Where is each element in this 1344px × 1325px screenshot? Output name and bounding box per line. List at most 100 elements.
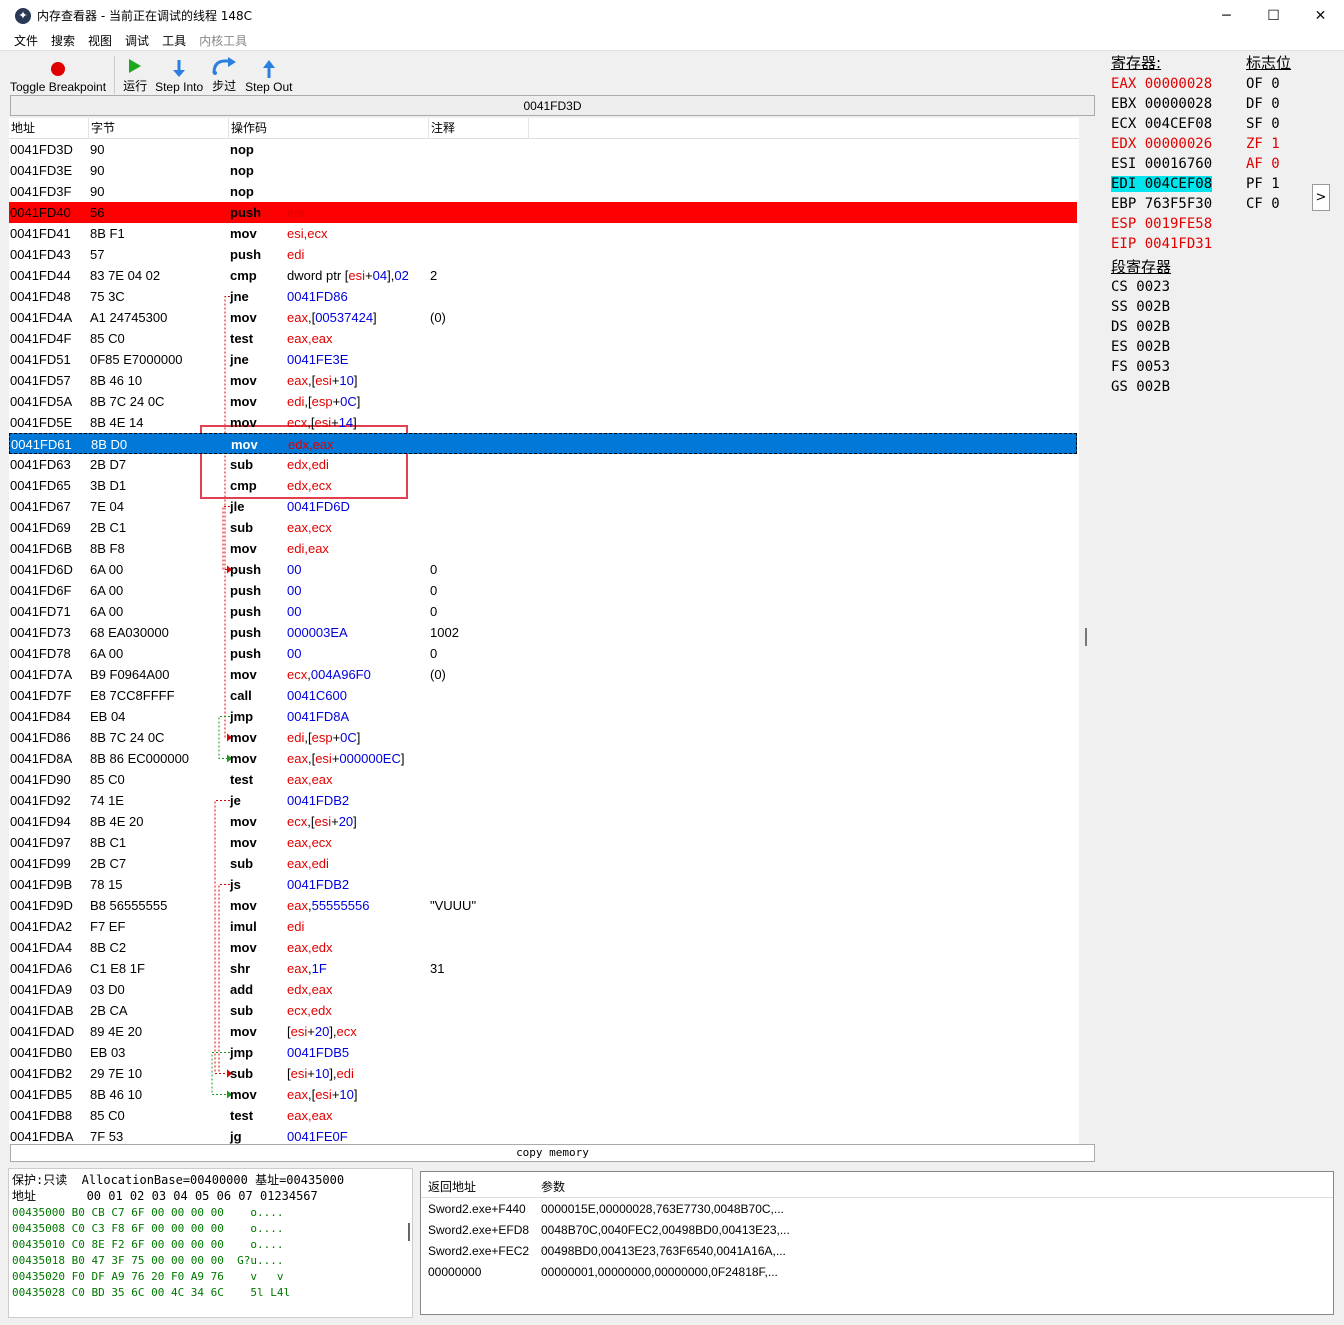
step-out-button[interactable]: Step Out xyxy=(245,58,293,94)
hex-row[interactable]: 00435020 F0 DF A9 76 20 F0 A9 76 v v xyxy=(12,1269,284,1285)
instruction-row[interactable]: 0041FD51 0F85 E7000000 jne 0041FE3E xyxy=(9,349,1077,370)
instruction-row[interactable]: 0041FDAD 89 4E 20 mov [esi+20],ecx xyxy=(9,1021,1077,1042)
maximize-button[interactable]: ☐ xyxy=(1250,0,1297,31)
segment-ds[interactable]: DS 002B xyxy=(1111,317,1170,337)
instruction-row[interactable]: 0041FD69 2B C1 sub eax,ecx xyxy=(9,517,1077,538)
expand-registers-button[interactable]: > xyxy=(1312,184,1330,211)
instruction-row[interactable]: 0041FD9B 78 15 js 0041FDB2 xyxy=(9,874,1077,895)
instruction-row[interactable]: 0041FD5A 8B 7C 24 0C mov edi,[esp+0C] xyxy=(9,391,1077,412)
column-return-address[interactable]: 返回地址 xyxy=(428,1178,476,1195)
instruction-row[interactable]: 0041FD6B 8B F8 mov edi,eax xyxy=(9,538,1077,559)
instruction-row[interactable]: 0041FD90 85 C0 test eax,eax xyxy=(9,769,1077,790)
instruction-row[interactable]: 0041FDA2 F7 EF imul edi xyxy=(9,916,1077,937)
hex-row[interactable]: 00435000 B0 CB C7 6F 00 00 00 00 o.... xyxy=(12,1205,284,1221)
instruction-row[interactable]: 0041FD73 68 EA030000 push 000003EA 1002 xyxy=(9,622,1077,643)
instruction-row[interactable]: 0041FD4A A1 24745300 mov eax,[00537424] (0) xyxy=(9,307,1077,328)
hex-view[interactable]: 保护:只读 AllocationBase=00400000 基址=0043500… xyxy=(8,1168,413,1318)
flag-sf[interactable]: SF 0 xyxy=(1246,114,1280,134)
instruction-row[interactable]: 0041FDA6 C1 E8 1F shr eax,1F 31 xyxy=(9,958,1077,979)
register-ebp[interactable]: EBP 763F5F30 xyxy=(1111,194,1212,214)
hex-row[interactable]: 00435018 B0 47 3F 75 00 00 00 00 G?u.... xyxy=(12,1253,284,1269)
instruction-row[interactable]: 0041FDB5 8B 46 10 mov eax,[esi+10] xyxy=(9,1084,1077,1105)
instruction-row[interactable]: 0041FD4F 85 C0 test eax,eax xyxy=(9,328,1077,349)
register-edx[interactable]: EDX 00000026 xyxy=(1111,134,1212,154)
column-params[interactable]: 参数 xyxy=(541,1178,565,1195)
flag-zf[interactable]: ZF 1 xyxy=(1246,134,1280,154)
disassembly-list[interactable]: 地址 字节 操作码 注释 0041FD3D 90 nop 0041FD3E 90 nop 0… xyxy=(9,118,1079,1144)
menu-search[interactable]: 搜索 xyxy=(51,32,75,49)
instruction-row[interactable]: 0041FD44 83 7E 04 02 cmp dword ptr [esi+04]… xyxy=(9,265,1077,286)
flag-cf[interactable]: CF 0 xyxy=(1246,194,1280,214)
instruction-row[interactable]: 0041FD67 7E 04 jle 0041FD6D xyxy=(9,496,1077,517)
instruction-row[interactable]: 0041FDAB 2B CA sub ecx,edx xyxy=(9,1000,1077,1021)
hex-row[interactable]: 00435008 C0 C3 F8 6F 00 00 00 00 o.... xyxy=(12,1221,284,1237)
instruction-row[interactable]: 0041FD43 57 push edi xyxy=(9,244,1077,265)
hex-row[interactable]: 00435010 C0 8E F2 6F 00 00 00 00 o.... xyxy=(12,1237,284,1253)
toggle-breakpoint-button[interactable]: Toggle Breakpoint xyxy=(10,58,106,94)
hex-row[interactable]: 00435028 C0 BD 35 6C 00 4C 34 6C 5l L4l xyxy=(12,1285,290,1301)
instruction-row[interactable]: 0041FD3D 90 nop xyxy=(9,139,1077,160)
instruction-row[interactable]: 0041FD5E 8B 4E 14 mov ecx,[esi+14] xyxy=(9,412,1077,433)
segment-ss[interactable]: SS 002B xyxy=(1111,297,1170,317)
scrollbar-thumb[interactable] xyxy=(1085,628,1087,646)
instruction-row[interactable]: 0041FD63 2B D7 sub edx,edi xyxy=(9,454,1077,475)
instruction-row[interactable]: 0041FD86 8B 7C 24 0C mov edi,[esp+0C] xyxy=(9,727,1077,748)
close-button[interactable]: ✕ xyxy=(1297,0,1344,31)
instruction-row[interactable]: 0041FD6D 6A 00 push 00 0 xyxy=(9,559,1077,580)
instruction-row[interactable]: 0041FD84 EB 04 jmp 0041FD8A xyxy=(9,706,1077,727)
menu-debug[interactable]: 调试 xyxy=(125,32,149,49)
copy-memory-bar[interactable]: copy memory xyxy=(10,1144,1095,1162)
register-esi[interactable]: ESI 00016760 xyxy=(1111,154,1212,174)
segment-fs[interactable]: FS 0053 xyxy=(1111,357,1170,377)
menu-file[interactable]: 文件 xyxy=(14,32,38,49)
instruction-row[interactable]: 0041FD7F E8 7CC8FFFF call 0041C600 xyxy=(9,685,1077,706)
menu-view[interactable]: 视图 xyxy=(88,32,112,49)
instruction-row[interactable]: 0041FD78 6A 00 push 00 0 xyxy=(9,643,1077,664)
column-comment[interactable]: 注释 xyxy=(429,118,529,139)
register-esp[interactable]: ESP 0019FE58 xyxy=(1111,214,1212,234)
instruction-row[interactable]: 0041FD9D B8 56555555 mov eax,55555556 "VUUU" xyxy=(9,895,1077,916)
register-eip[interactable]: EIP 0041FD31 xyxy=(1111,234,1212,254)
instruction-row[interactable]: 0041FD6F 6A 00 push 00 0 xyxy=(9,580,1077,601)
breakpoint-row[interactable]: 0041FD40 56 push esi xyxy=(9,202,1077,223)
minimize-button[interactable]: ─ xyxy=(1203,0,1250,31)
current-instruction-row[interactable]: 0041FD61 8B D0 mov edx,eax xyxy=(9,433,1077,454)
register-eax[interactable]: EAX 00000028 xyxy=(1111,74,1212,94)
segment-gs[interactable]: GS 002B xyxy=(1111,377,1170,397)
hex-scrollbar[interactable] xyxy=(405,1215,412,1315)
disassembly-scrollbar[interactable] xyxy=(1082,118,1095,1144)
instruction-row[interactable]: 0041FD41 8B F1 mov esi,ecx xyxy=(9,223,1077,244)
instruction-row[interactable]: 0041FD99 2B C7 sub eax,edi xyxy=(9,853,1077,874)
run-button[interactable]: 运行 xyxy=(123,55,147,94)
instruction-row[interactable]: 0041FDB8 85 C0 test eax,eax xyxy=(9,1105,1077,1126)
step-over-button[interactable]: 步过 xyxy=(211,55,237,94)
instruction-row[interactable]: 0041FDB0 EB 03 jmp 0041FDB5 xyxy=(9,1042,1077,1063)
segment-es[interactable]: ES 002B xyxy=(1111,337,1170,357)
address-bar[interactable]: 0041FD3D xyxy=(10,95,1095,116)
flag-of[interactable]: OF 0 xyxy=(1246,74,1280,94)
register-ebx[interactable]: EBX 00000028 xyxy=(1111,94,1212,114)
instruction-row[interactable]: 0041FD3F 90 nop xyxy=(9,181,1077,202)
instruction-row[interactable]: 0041FDA9 03 D0 add edx,eax xyxy=(9,979,1077,1000)
instruction-row[interactable]: 0041FDA4 8B C2 mov eax,edx xyxy=(9,937,1077,958)
instruction-row[interactable]: 0041FD65 3B D1 cmp edx,ecx xyxy=(9,475,1077,496)
register-ecx[interactable]: ECX 004CEF08 xyxy=(1111,114,1212,134)
call-stack-view[interactable]: 返回地址 参数 Sword2.exe+F440 0000015E,00000028… xyxy=(420,1171,1334,1315)
instruction-row[interactable]: 0041FD48 75 3C jne 0041FD86 xyxy=(9,286,1077,307)
flag-pf[interactable]: PF 1 xyxy=(1246,174,1280,194)
instruction-row[interactable]: 0041FDB2 29 7E 10 sub [esi+10],edi xyxy=(9,1063,1077,1084)
menu-kernel-tools[interactable]: 内核工具 xyxy=(199,32,247,49)
register-edi[interactable]: EDI 004CEF08 xyxy=(1111,174,1213,194)
instruction-row[interactable]: 0041FD71 6A 00 push 00 0 xyxy=(9,601,1077,622)
segment-cs[interactable]: CS 0023 xyxy=(1111,277,1170,297)
menu-tools[interactable]: 工具 xyxy=(162,32,186,49)
instruction-row[interactable]: 0041FD94 8B 4E 20 mov ecx,[esi+20] xyxy=(9,811,1077,832)
instruction-row[interactable]: 0041FD57 8B 46 10 mov eax,[esi+10] xyxy=(9,370,1077,391)
instruction-row[interactable]: 0041FDBA 7F 53 jg 0041FE0F xyxy=(9,1126,1077,1144)
instruction-row[interactable]: 0041FD7A B9 F0964A00 mov ecx,004A96F0 (0) xyxy=(9,664,1077,685)
flag-df[interactable]: DF 0 xyxy=(1246,94,1280,114)
step-into-button[interactable]: Step Into xyxy=(155,58,203,94)
instruction-row[interactable]: 0041FD3E 90 nop xyxy=(9,160,1077,181)
instruction-row[interactable]: 0041FD92 74 1E je 0041FDB2 xyxy=(9,790,1077,811)
instruction-row[interactable]: 0041FD97 8B C1 mov eax,ecx xyxy=(9,832,1077,853)
